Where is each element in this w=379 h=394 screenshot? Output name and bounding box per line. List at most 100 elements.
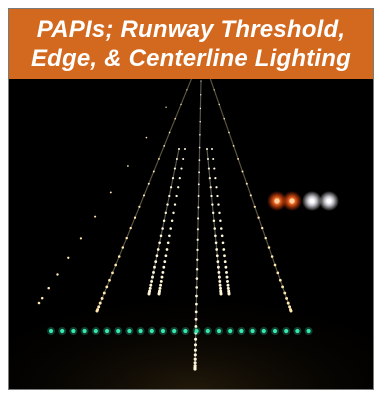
- touchdown-zone-light: [214, 241, 218, 245]
- runway-edge-light: [273, 263, 277, 267]
- centerline-light: [195, 268, 199, 271]
- threshold-light-glow: [125, 327, 134, 335]
- touchdown-zone-light: [217, 275, 221, 279]
- touchdown-zone-light: [227, 289, 231, 293]
- runway-edge-light: [94, 215, 97, 218]
- runway-edge-light: [228, 131, 230, 134]
- touchdown-zone-light: [208, 177, 211, 180]
- runway-edge-light: [47, 286, 50, 290]
- touchdown-zone-light: [165, 248, 169, 251]
- runway-edge-light: [109, 191, 112, 194]
- threshold-light-glow: [226, 327, 235, 335]
- centerline-light: [194, 310, 198, 314]
- touchdown-zone-light: [149, 283, 153, 287]
- touchdown-zone-light: [212, 157, 215, 161]
- touchdown-zone-light: [215, 248, 219, 251]
- threshold-light-glow: [304, 327, 313, 335]
- centerline-light: [196, 248, 199, 252]
- touchdown-zone-light: [154, 260, 158, 264]
- centerline-light: [196, 238, 199, 241]
- touchdown-zone-light: [178, 177, 181, 180]
- threshold-light-glow: [47, 327, 55, 335]
- threshold-light-glow: [114, 327, 123, 335]
- runway-edge-light: [67, 256, 70, 259]
- papi-light-core: [289, 198, 295, 204]
- centerline-light: [200, 80, 202, 82]
- centerline-light: [195, 302, 198, 306]
- touchdown-zone-light: [158, 289, 161, 293]
- touchdown-zone-light: [213, 167, 216, 170]
- runway-edge-light: [289, 308, 292, 312]
- runway-edge-light: [129, 226, 132, 230]
- touchdown-zone-light: [206, 148, 208, 150]
- threshold-light-glow: [237, 327, 246, 335]
- runway-edge-light: [180, 103, 182, 106]
- runway-edge-light: [249, 194, 252, 197]
- centerline-light: [195, 294, 198, 298]
- runway-edge-light: [56, 273, 59, 276]
- runway-edge-light: [285, 296, 289, 300]
- centerline-light: [199, 120, 201, 123]
- touchdown-zone-light: [222, 248, 226, 251]
- title-line-2: Edge, & Centerline Lighting: [30, 45, 352, 72]
- touchdown-zone-light: [159, 283, 163, 287]
- touchdown-zone-light: [161, 227, 164, 230]
- threshold-light-glow: [80, 327, 89, 335]
- touchdown-zone-light: [218, 211, 221, 215]
- runway-edge-light: [267, 246, 271, 249]
- touchdown-zone-light: [178, 148, 180, 150]
- touchdown-zone-light: [209, 186, 212, 189]
- touchdown-zone-light: [170, 219, 174, 223]
- threshold-light-glow: [192, 327, 201, 335]
- threshold-light-glow: [58, 327, 67, 335]
- runway-edge-light: [117, 255, 121, 258]
- runway-edge-light: [40, 296, 44, 300]
- touchdown-zone-light: [160, 275, 164, 279]
- ground-glow: [9, 239, 373, 389]
- runway-edge-light: [213, 89, 215, 91]
- runway-edge-light: [253, 205, 256, 208]
- touchdown-zone-light: [164, 254, 168, 258]
- touchdown-zone-light: [225, 275, 229, 279]
- touchdown-zone-light: [223, 260, 227, 264]
- touchdown-zone-light: [164, 211, 168, 215]
- centerline-light: [198, 146, 201, 149]
- centerline-light: [195, 286, 199, 289]
- touchdown-zone-light: [211, 148, 213, 150]
- touchdown-zone-light: [219, 219, 222, 223]
- touchdown-zone-light: [217, 203, 220, 206]
- threshold-light-glow: [271, 327, 279, 335]
- threshold-light-glow: [293, 327, 302, 335]
- touchdown-zone-light: [177, 186, 180, 189]
- threshold-light-glow: [282, 327, 291, 335]
- runway-edge-light: [165, 106, 167, 108]
- runway-edge-light: [111, 271, 114, 275]
- touchdown-zone-light: [223, 254, 226, 258]
- runway-edge-light: [127, 165, 129, 167]
- touchdown-zone-light: [175, 157, 178, 161]
- centerline-light: [197, 183, 200, 186]
- title-line-1: PAPIs; Runway Threshold,: [36, 16, 346, 43]
- runway-edge-light: [223, 117, 225, 120]
- runway-edge-light: [264, 236, 267, 240]
- touchdown-zone-light: [166, 241, 170, 245]
- runway-edge-light: [237, 157, 240, 160]
- threshold-light-glow: [159, 327, 167, 335]
- runway-lighting-scene: [9, 79, 373, 389]
- centerline-light: [198, 159, 201, 161]
- touchdown-zone-light: [159, 279, 163, 283]
- touchdown-zone-light: [182, 157, 185, 161]
- runway-edge-light: [133, 216, 137, 219]
- touchdown-zone-light: [172, 211, 175, 215]
- touchdown-zone-light: [221, 241, 225, 245]
- runway-edge-light: [121, 246, 125, 249]
- touchdown-zone-light: [220, 227, 223, 230]
- touchdown-zone-light: [214, 177, 217, 180]
- runway-edge-light: [157, 157, 160, 160]
- touchdown-zone-light: [168, 194, 171, 198]
- image-frame: PAPIs; Runway Threshold, Edge, & Centerl…: [8, 8, 374, 390]
- centerline-light: [193, 357, 197, 361]
- touchdown-zone-light: [213, 227, 216, 230]
- title-banner: PAPIs; Runway Threshold, Edge, & Centerl…: [9, 9, 373, 79]
- touchdown-zone-light: [173, 203, 177, 206]
